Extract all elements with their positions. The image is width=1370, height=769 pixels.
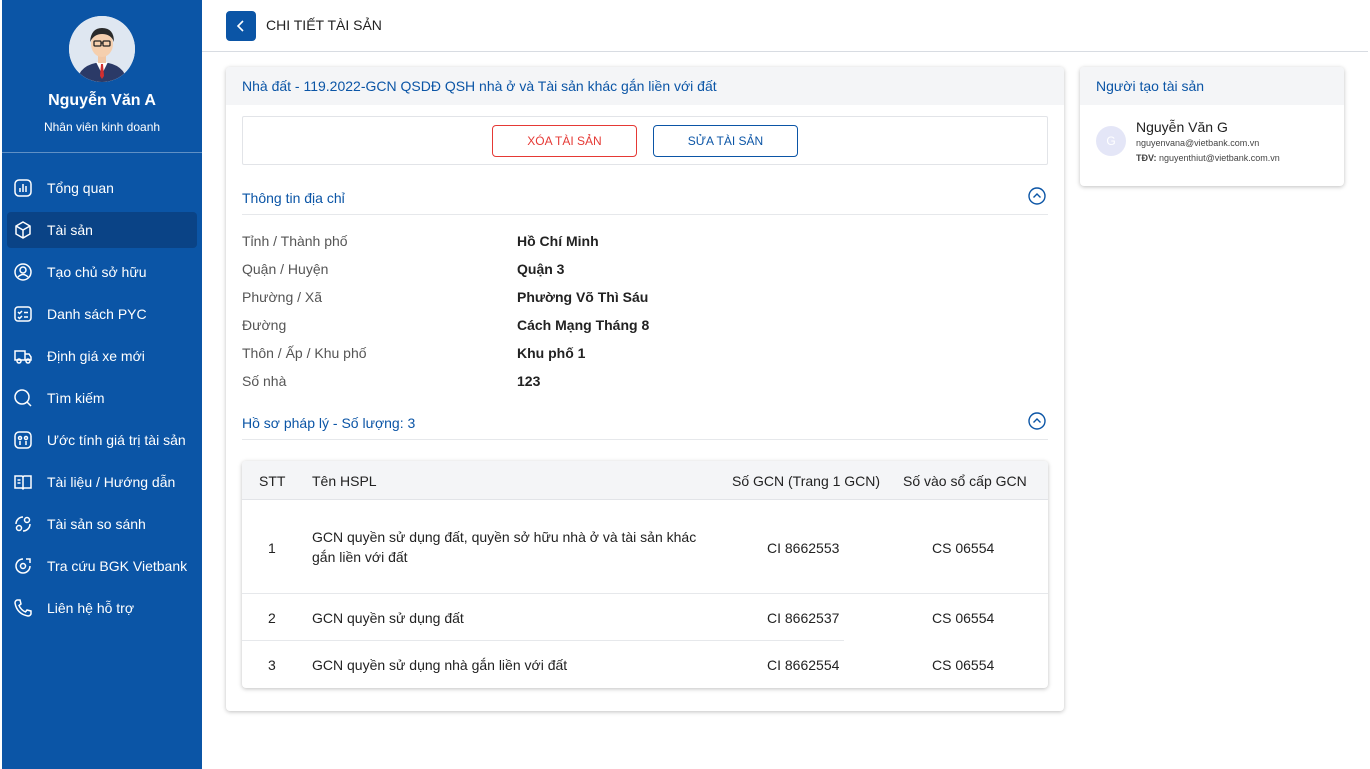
legal-table: STT Tên HSPL Số GCN (Trang 1 GCN) Số vào… — [242, 461, 1048, 688]
page-title: CHI TIẾT TÀI SẢN — [266, 17, 382, 33]
sidebar-item-tong-quan[interactable]: Tổng quan — [7, 170, 197, 206]
car-icon — [12, 345, 34, 367]
cell-stt: 1 — [268, 540, 276, 556]
top-bar: CHI TIẾT TÀI SẢN — [202, 0, 1368, 52]
sidebar-item-label: Danh sách PYC — [47, 306, 147, 322]
sidebar-item-tai-san[interactable]: Tài sản — [7, 212, 197, 248]
sidebar-item-label: Tạo chủ sở hữu — [47, 264, 147, 280]
sidebar-item-label: Tài sản — [47, 222, 93, 238]
tdv-label: TĐV: — [1136, 153, 1157, 163]
column-header: Số vào sổ cấp GCN — [903, 473, 1027, 489]
sidebar-nav: Tổng quan Tài sản Tạo chủ sở hữu Danh sá… — [2, 170, 202, 632]
cell-gcn: CI 8662553 — [767, 540, 840, 556]
chevron-up-circle-icon[interactable] — [1028, 412, 1046, 430]
book-icon — [12, 471, 34, 493]
checklist-icon — [12, 303, 34, 325]
sidebar-item-tao-chu-so-huu[interactable]: Tạo chủ sở hữu — [7, 254, 197, 290]
search-icon — [12, 387, 34, 409]
address-key: Tỉnh / Thành phố — [242, 233, 348, 249]
sidebar-item-tai-san-so-sanh[interactable]: Tài sản so sánh — [7, 506, 197, 542]
creator-card: Người tạo tài sản G Nguyễn Văn G nguyenv… — [1080, 67, 1344, 186]
sidebar-item-danh-sach-pyc[interactable]: Danh sách PYC — [7, 296, 197, 332]
back-button[interactable] — [226, 11, 256, 41]
address-key: Thôn / Ấp / Khu phố — [242, 345, 367, 361]
sidebar-item-label: Liên hệ hỗ trợ — [47, 600, 135, 616]
cell-so-vao-so: CS 06554 — [932, 540, 995, 556]
profile-panel: Nguyễn Văn A Nhân viên kinh doanh — [2, 0, 202, 153]
calculator-icon — [12, 429, 34, 451]
sidebar-item-label: Tài sản so sánh — [47, 516, 146, 532]
cell-name: GCN quyền sử dụng nhà gắn liền với đất — [312, 657, 568, 673]
avatar-illustration — [69, 16, 135, 82]
sidebar-item-label: Tổng quan — [47, 180, 114, 196]
asset-actions: XÓA TÀI SẢN SỬA TÀI SẢN — [242, 116, 1048, 165]
row-divider — [242, 640, 844, 641]
column-header: Số GCN (Trang 1 GCN) — [732, 473, 881, 489]
sidebar-item-label: Định giá xe mới — [47, 348, 145, 364]
creator-avatar: G — [1096, 126, 1126, 156]
cell-so-vao-so: CS 06554 — [932, 610, 995, 626]
address-value: Khu phố 1 — [517, 345, 586, 361]
address-section-header[interactable]: Thông tin địa chỉ — [242, 182, 1048, 215]
table-header: STT Tên HSPL Số GCN (Trang 1 GCN) Số vào… — [242, 461, 1048, 500]
profile-role: Nhân viên kinh doanh — [43, 120, 161, 134]
box-icon — [12, 219, 34, 241]
sidebar-item-tim-kiem[interactable]: Tìm kiếm — [7, 380, 197, 416]
sidebar-item-uoc-tinh-gia-tri[interactable]: Ước tính giá trị tài sản — [7, 422, 197, 458]
sidebar-item-lien-he-ho-tro[interactable]: Liên hệ hỗ trợ — [7, 590, 197, 626]
phone-icon — [12, 597, 34, 619]
column-header: Tên HSPL — [312, 473, 377, 489]
chart-icon — [12, 177, 34, 199]
creator-tdv: TĐV: nguyenthiut@vietbank.com.vn — [1136, 153, 1280, 163]
profile-name: Nguyễn Văn A — [48, 92, 156, 109]
address-value: Cách Mạng Tháng 8 — [517, 317, 650, 333]
cell-so-vao-so: CS 06554 — [932, 657, 995, 673]
sidebar-item-dinh-gia-xe-moi[interactable]: Định giá xe mới — [7, 338, 197, 374]
cell-gcn: CI 8662554 — [767, 657, 840, 673]
asset-title: Nhà đất - 119.2022-GCN QSDĐ QSH nhà ở và… — [226, 67, 1064, 105]
avatar[interactable] — [69, 16, 135, 82]
compare-icon — [12, 513, 34, 535]
tdv-email: nguyenthiut@vietbank.com.vn — [1159, 153, 1280, 163]
cell-name-continued: gắn liền với đất — [312, 549, 408, 565]
address-key: Phường / Xã — [242, 289, 323, 305]
address-key: Quận / Huyện — [242, 261, 329, 277]
cell-stt: 2 — [268, 610, 276, 626]
edit-asset-button[interactable]: SỬA TÀI SẢN — [653, 125, 798, 157]
row-divider — [242, 593, 1048, 594]
sidebar: Nguyễn Văn A Nhân viên kinh doanh Tổng q… — [2, 0, 202, 769]
legal-section-header[interactable]: Hồ sơ pháp lý - Số lượng: 3 — [242, 407, 1048, 440]
chevron-left-icon — [236, 20, 244, 32]
chevron-up-circle-icon[interactable] — [1028, 187, 1046, 205]
address-value: Quận 3 — [517, 261, 565, 277]
cell-name: GCN quyền sử dụng đất, quyền sở hữu nhà … — [312, 529, 697, 545]
creator-email: nguyenvana@vietbank.com.vn — [1136, 138, 1260, 148]
address-value: Phường Võ Thì Sáu — [517, 289, 649, 305]
address-value: Hồ Chí Minh — [517, 233, 599, 249]
sidebar-item-label: Tra cứu BGK Vietbank — [47, 558, 188, 574]
creator-name: Nguyễn Văn G — [1136, 119, 1228, 135]
sidebar-item-label: Tìm kiếm — [47, 390, 105, 406]
cell-name: GCN quyền sử dụng đất — [312, 610, 464, 626]
sidebar-item-label: Tài liệu / Hướng dẫn — [47, 474, 176, 490]
sidebar-item-label: Ước tính giá trị tài sản — [47, 432, 186, 448]
creator-section-title: Người tạo tài sản — [1080, 67, 1344, 105]
sidebar-item-tai-lieu[interactable]: Tài liệu / Hướng dẫn — [7, 464, 197, 500]
legal-section-title: Hồ sơ pháp lý - Số lượng: 3 — [242, 415, 416, 431]
address-value: 123 — [517, 373, 541, 389]
column-header: STT — [259, 473, 286, 489]
address-key: Đường — [242, 317, 287, 333]
cell-gcn: CI 8662537 — [767, 610, 840, 626]
asset-detail-card: Nhà đất - 119.2022-GCN QSDĐ QSH nhà ở và… — [226, 67, 1064, 711]
lookup-icon — [12, 555, 34, 577]
address-section-title: Thông tin địa chỉ — [242, 190, 345, 206]
cell-stt: 3 — [268, 657, 276, 673]
sidebar-item-tra-cuu-bgk[interactable]: Tra cứu BGK Vietbank — [7, 548, 197, 584]
address-key: Số nhà — [242, 373, 287, 389]
user-circle-icon — [12, 261, 34, 283]
delete-asset-button[interactable]: XÓA TÀI SẢN — [492, 125, 637, 157]
